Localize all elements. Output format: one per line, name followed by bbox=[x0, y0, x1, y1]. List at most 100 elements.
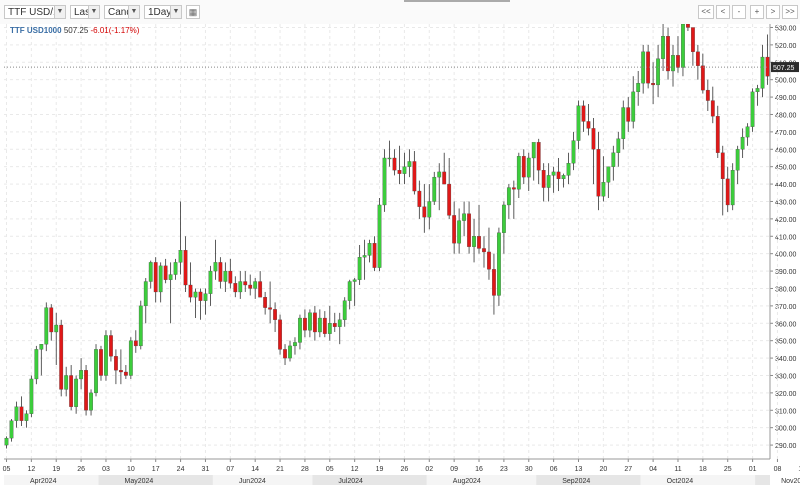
month-band bbox=[98, 475, 213, 485]
x-tick-label: 17 bbox=[152, 466, 160, 473]
candle-body bbox=[387, 157, 392, 160]
candle-body bbox=[163, 265, 168, 280]
candle-body bbox=[114, 356, 118, 371]
x-tick-label: 26 bbox=[401, 466, 409, 473]
x-tick-label: 16 bbox=[475, 466, 483, 473]
candle-body bbox=[566, 163, 571, 176]
legend-symbol: TTF USD1000 bbox=[10, 26, 62, 35]
candle-body bbox=[417, 190, 422, 207]
month-band bbox=[426, 475, 537, 485]
y-tick-label: 520.00 bbox=[775, 43, 797, 50]
x-tick-label: 26 bbox=[77, 466, 85, 473]
candle-body bbox=[39, 344, 44, 350]
candle-body bbox=[392, 157, 397, 171]
month-label: Jun2024 bbox=[239, 478, 266, 485]
candle-body bbox=[64, 375, 69, 390]
last-price-label: 507.25 bbox=[773, 65, 795, 72]
interval-value: 1Day bbox=[148, 7, 172, 18]
candle-body bbox=[243, 281, 248, 286]
y-tick-label: 480.00 bbox=[775, 112, 797, 119]
y-tick-label: 440.00 bbox=[775, 182, 797, 189]
candle-body bbox=[656, 58, 660, 86]
candle-body bbox=[133, 340, 138, 347]
candle-body bbox=[293, 342, 297, 347]
x-tick-label: 25 bbox=[724, 466, 732, 473]
x-tick-label: 11 bbox=[674, 466, 681, 473]
candle-body bbox=[327, 323, 332, 334]
candle-body bbox=[462, 213, 466, 221]
candle-body bbox=[457, 220, 462, 244]
candle-body bbox=[173, 262, 178, 275]
price-type-select[interactable]: Last ▼ bbox=[70, 5, 100, 19]
month-band bbox=[755, 475, 770, 485]
candle-body bbox=[755, 88, 760, 93]
zoom-in-button[interactable]: + bbox=[750, 5, 764, 19]
candle-body bbox=[357, 257, 362, 280]
candlestick-chart[interactable]: 290.00 300.00 310.00 320.00 330.00 340.00 350.… bbox=[0, 24, 800, 498]
zoom-out-button[interactable]: - bbox=[732, 5, 746, 19]
candle-body bbox=[700, 65, 705, 91]
candle-body bbox=[412, 161, 417, 192]
y-tick-label: 370.00 bbox=[775, 304, 797, 311]
nav-last-button[interactable]: >> bbox=[782, 5, 798, 19]
candle-body bbox=[715, 116, 720, 153]
candle-body bbox=[268, 307, 273, 310]
candle-body bbox=[681, 24, 685, 68]
candle-body bbox=[317, 317, 322, 333]
candle-body bbox=[263, 297, 268, 308]
candle-body bbox=[492, 269, 496, 296]
candle-body bbox=[382, 157, 387, 206]
candle-body bbox=[601, 182, 606, 197]
candle-body bbox=[541, 170, 546, 188]
candle-body bbox=[691, 27, 695, 52]
month-band bbox=[312, 475, 427, 485]
candle-body bbox=[342, 300, 347, 320]
candle-body bbox=[208, 270, 213, 294]
candle-body bbox=[283, 349, 287, 359]
candle-body bbox=[695, 51, 700, 66]
legend-last-price: 507.25 bbox=[63, 26, 89, 35]
candle-body bbox=[4, 437, 9, 446]
nav-first-button[interactable]: << bbox=[698, 5, 714, 19]
chart-style-select[interactable]: Candle ▼ bbox=[104, 5, 140, 19]
month-label: Oct2024 bbox=[667, 478, 694, 485]
grid-settings-icon[interactable]: ▦ bbox=[186, 5, 200, 19]
y-tick-label: 340.00 bbox=[775, 356, 797, 363]
y-tick-label: 320.00 bbox=[775, 391, 797, 398]
candle-body bbox=[606, 166, 611, 183]
y-tick-label: 310.00 bbox=[775, 408, 797, 415]
y-tick-label: 530.00 bbox=[775, 25, 797, 32]
symbol-select[interactable]: TTF USD/1000 ▼ bbox=[4, 5, 66, 19]
nav-prev-button[interactable]: < bbox=[716, 5, 730, 19]
y-tick-label: 450.00 bbox=[775, 165, 797, 172]
candle-body bbox=[576, 105, 581, 141]
month-label: Sep2024 bbox=[562, 478, 590, 485]
x-tick-label: 08 bbox=[774, 466, 782, 473]
y-tick-label: 460.00 bbox=[775, 147, 797, 154]
candle-body bbox=[44, 307, 49, 345]
x-tick-label: 12 bbox=[351, 466, 359, 473]
y-tick-label: 300.00 bbox=[775, 426, 797, 433]
candle-body bbox=[631, 91, 636, 122]
candle-body bbox=[422, 206, 427, 218]
candle-body bbox=[725, 178, 730, 206]
interval-select[interactable]: 1Day ▼ bbox=[144, 5, 182, 19]
candle-body bbox=[303, 317, 307, 331]
candle-body bbox=[183, 250, 188, 286]
month-label: Apr2024 bbox=[30, 478, 57, 485]
candle-body bbox=[561, 175, 566, 180]
candle-body bbox=[745, 126, 750, 138]
candle-body bbox=[367, 243, 372, 256]
candle-body bbox=[188, 284, 193, 298]
y-tick-label: 350.00 bbox=[775, 339, 797, 346]
candle-body bbox=[377, 204, 382, 268]
chart-legend: TTF USD1000 507.25 -6.01(-1.17%) bbox=[10, 26, 139, 35]
month-label: May2024 bbox=[125, 478, 154, 485]
nav-next-button[interactable]: > bbox=[766, 5, 780, 19]
candle-body bbox=[258, 281, 263, 298]
y-tick-label: 380.00 bbox=[775, 286, 797, 293]
candle-body bbox=[79, 370, 83, 380]
candle-body bbox=[218, 262, 223, 282]
legend-change: -6.01(-1.17%) bbox=[90, 26, 140, 35]
candle-body bbox=[511, 187, 516, 190]
